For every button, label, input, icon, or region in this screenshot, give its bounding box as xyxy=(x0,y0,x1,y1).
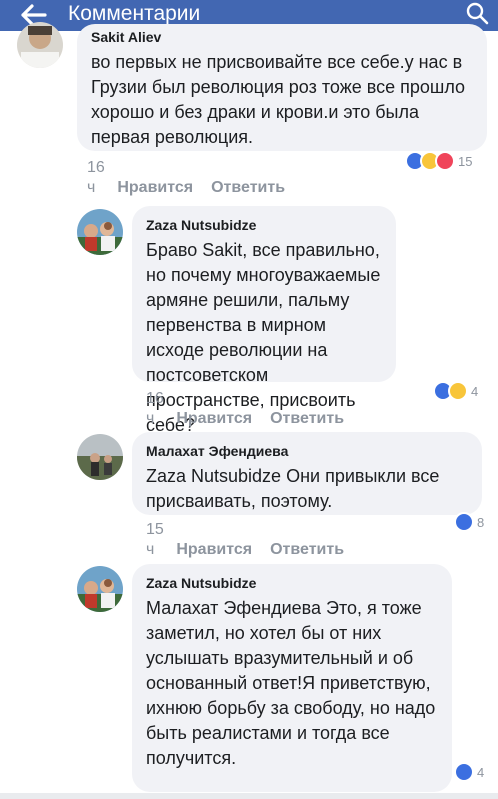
like-reaction-icon xyxy=(454,512,474,532)
reply-link[interactable]: Ответить xyxy=(270,410,344,427)
reaction-count: 4 xyxy=(477,764,485,780)
reaction-summary[interactable]: 4 xyxy=(454,762,484,782)
reaction-count: 15 xyxy=(458,153,473,169)
love-reaction-icon xyxy=(435,151,455,171)
avatar[interactable] xyxy=(77,566,123,612)
reply-link[interactable]: Ответить xyxy=(211,179,285,196)
comment-bubble[interactable]: Zaza Nutsubidze Малахат Эфендиева Это, я… xyxy=(132,564,452,792)
reply-link[interactable]: Ответить xyxy=(270,541,344,558)
avatar[interactable] xyxy=(77,434,123,480)
comment-text: Zaza Nutsubidze Они привыкли все присваи… xyxy=(146,466,440,511)
comment-meta: 16 ч Нравится Ответить xyxy=(146,389,344,429)
comment-text: Малахат Эфендиева Это, я тоже заметил, н… xyxy=(146,598,436,768)
comment-text: во первых не присвоивайте все себе.у нас… xyxy=(91,52,466,147)
comment-timestamp: 16 ч xyxy=(146,390,164,427)
comment-bubble[interactable]: Малахат Эфендиева Zaza Nutsubidze Они пр… xyxy=(132,432,482,515)
comment-timestamp: 16 ч xyxy=(87,159,105,196)
avatar[interactable] xyxy=(77,209,123,255)
comment-author[interactable]: Zaza Nutsubidze xyxy=(146,216,382,234)
comment-timestamp: 15 ч xyxy=(146,521,164,558)
comment-meta: 16 ч Нравится Ответить xyxy=(87,158,285,198)
reaction-count: 4 xyxy=(471,383,479,399)
like-link[interactable]: Нравится xyxy=(176,410,252,427)
comment-author[interactable]: Zaza Nutsubidze xyxy=(146,574,438,592)
comment-bubble[interactable]: Sakit Aliev во первых не присвоивайте вс… xyxy=(77,24,487,151)
reaction-summary[interactable]: 4 xyxy=(433,381,478,401)
comment-meta: 15 ч Нравится Ответить xyxy=(146,520,344,560)
like-link[interactable]: Нравится xyxy=(117,179,193,196)
haha-reaction-icon xyxy=(448,381,468,401)
bottom-divider xyxy=(0,793,498,799)
comment-author[interactable]: Малахат Эфендиева xyxy=(146,442,468,460)
like-reaction-icon xyxy=(454,762,474,782)
reaction-summary[interactable]: 8 xyxy=(454,512,484,532)
comment-author[interactable]: Sakit Aliev xyxy=(91,28,473,46)
reaction-summary[interactable]: 15 xyxy=(405,151,472,171)
like-link[interactable]: Нравится xyxy=(176,541,252,558)
reaction-count: 8 xyxy=(477,514,485,530)
avatar[interactable] xyxy=(17,22,63,68)
comment-bubble[interactable]: Zaza Nutsubidze Браво Sakit, все правиль… xyxy=(132,206,396,435)
